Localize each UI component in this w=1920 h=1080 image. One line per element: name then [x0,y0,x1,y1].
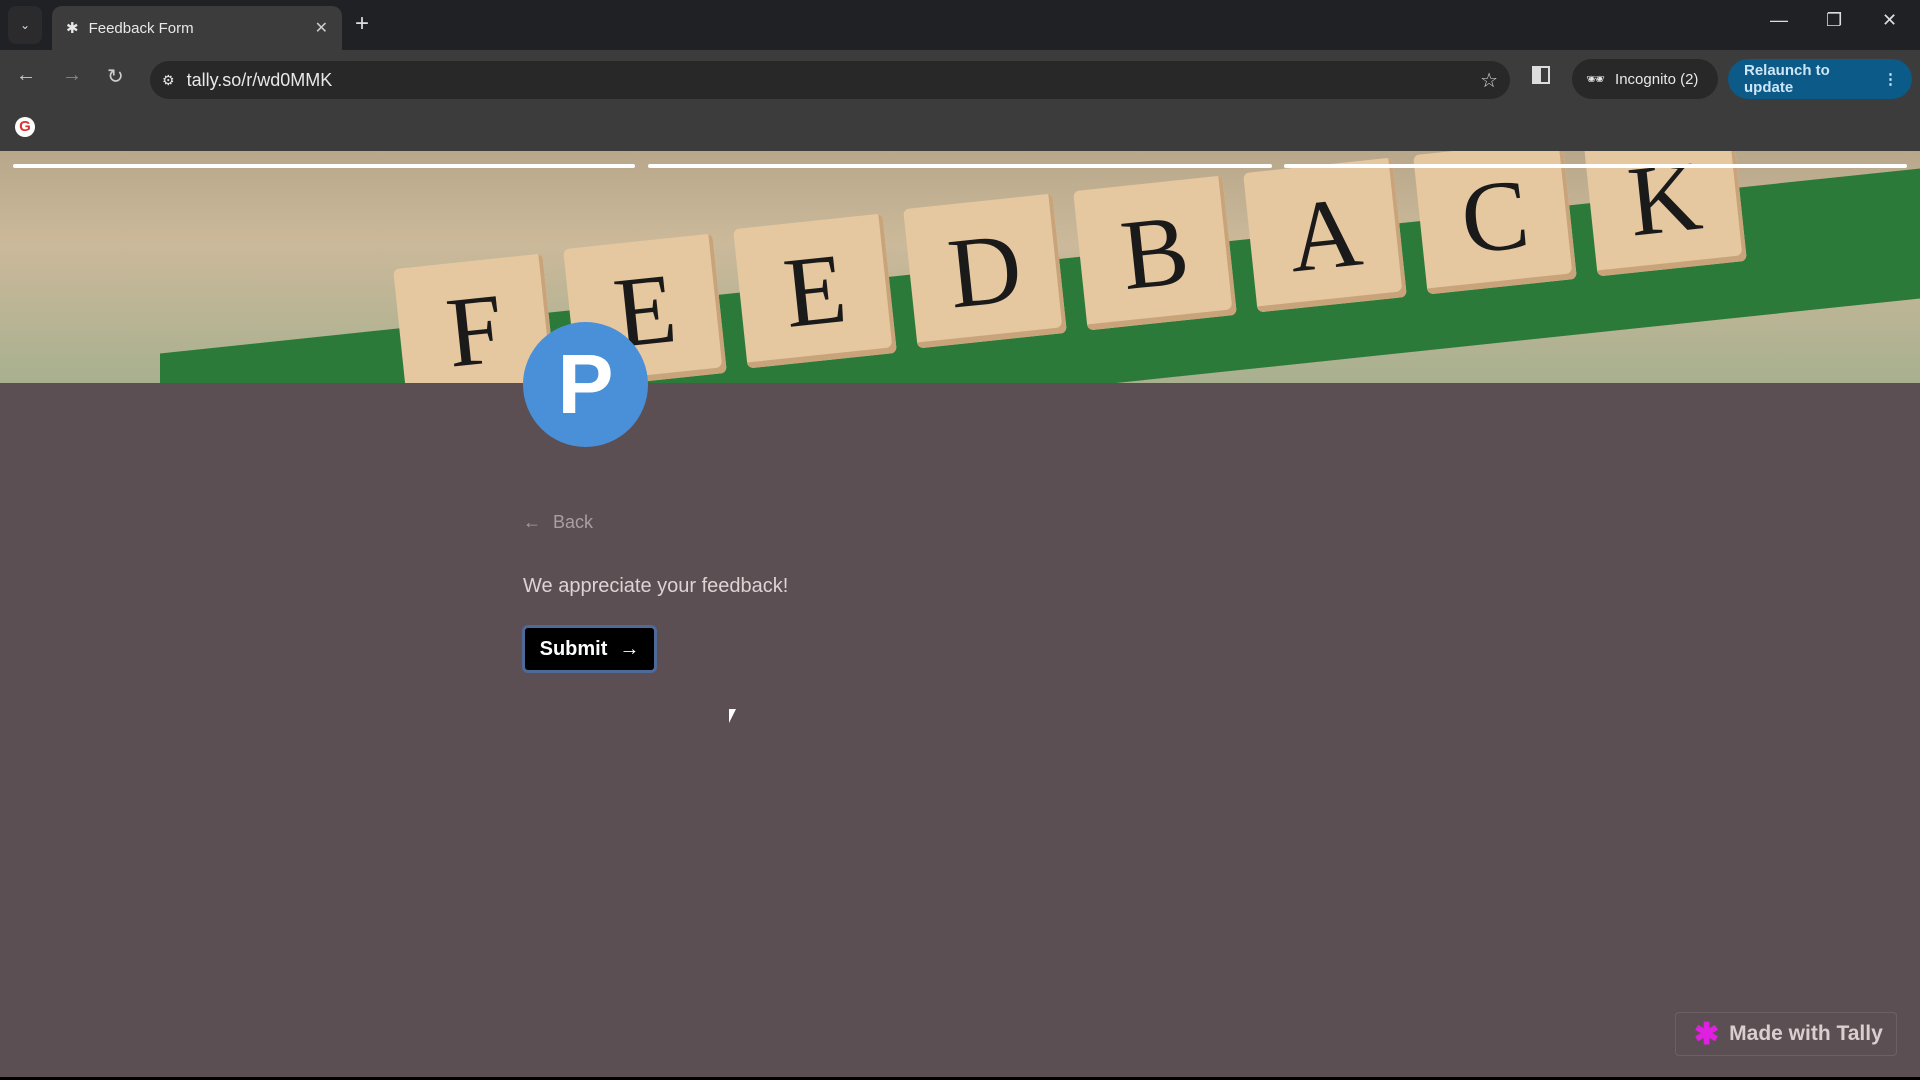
site-settings-icon[interactable]: ⚙ [162,72,175,89]
tile: C [1413,151,1577,295]
new-tab-icon[interactable]: + [355,10,369,38]
close-tab-icon[interactable]: ✕ [315,18,328,38]
restore-icon[interactable]: ❐ [1826,10,1842,31]
tile: E [733,213,897,369]
address-bar[interactable]: ⚙ tally.so/r/wd0MMK ☆ [150,61,1510,99]
form-logo: P [523,322,648,447]
minimize-icon[interactable]: — [1770,10,1788,31]
menu-dots-icon[interactable]: ⋮ [1883,70,1898,88]
progress-step-2 [648,164,1272,168]
forward-nav-icon[interactable]: → [62,64,82,87]
banner-image: F E E D B A C K [0,151,1920,383]
submit-label: Submit [539,637,608,660]
incognito-label: Incognito (2) [1615,70,1699,88]
back-label: Back [553,512,594,532]
bookmark-star-icon[interactable]: ☆ [1480,68,1498,93]
tile: A [1243,157,1407,313]
progress-step-3 [1284,164,1907,168]
thank-you-message: We appreciate your feedback! [523,575,789,597]
tab-title: Feedback Form [88,19,194,37]
tab-feedback-form[interactable]: ✱ Feedback Form ✕ [52,6,342,50]
submit-button[interactable]: Submit → [522,625,657,673]
bookmarks-bar [0,105,1920,151]
close-window-icon[interactable]: ✕ [1882,10,1897,31]
relaunch-button[interactable]: Relaunch to update ⋮ [1728,59,1912,99]
arrow-left-icon: ← [523,512,541,532]
tile: B [1073,175,1237,331]
tile: D [903,193,1067,349]
incognito-icon: 🕶 [1586,71,1606,88]
tally-logo-icon: ✱ [1694,1017,1720,1051]
tile: K [1583,151,1747,277]
side-panel-icon[interactable] [1532,66,1550,84]
tab-bar: ⌄ ✱ Feedback Form ✕ + — ❐ ✕ [0,0,1920,50]
progress-step-1 [13,164,635,168]
back-nav-icon[interactable]: ← [16,64,36,87]
back-button[interactable]: ← Back [523,512,593,533]
tally-favicon-icon: ✱ [66,20,79,37]
arrow-right-icon: → [619,637,640,660]
tab-search-button[interactable]: ⌄ [8,6,42,44]
url-text[interactable]: tally.so/r/wd0MMK [187,70,333,91]
google-bookmark-icon[interactable]: G [15,117,35,137]
relaunch-label: Relaunch to update [1744,62,1830,96]
reload-icon[interactable]: ↻ [107,64,124,89]
mouse-cursor [729,709,736,723]
incognito-button[interactable]: 🕶 Incognito (2) [1572,59,1718,99]
made-with-tally-label: Made with Tally [1729,1022,1883,1045]
made-with-tally-badge[interactable]: ✱ Made with Tally [1675,1012,1897,1056]
